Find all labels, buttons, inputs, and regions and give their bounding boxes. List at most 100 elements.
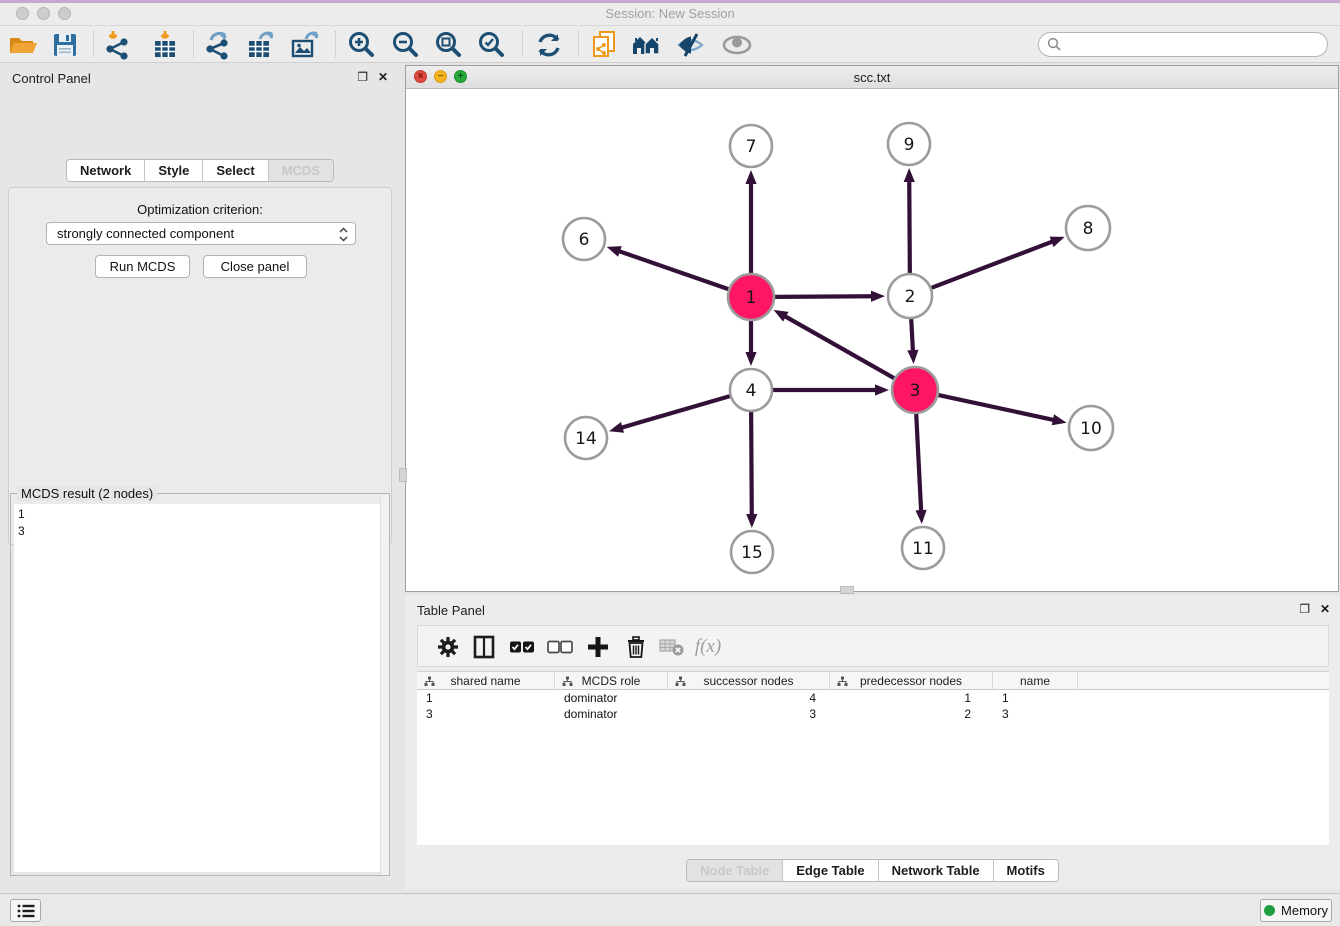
graph-node-label-2: 2 (905, 287, 916, 307)
graph-node-label-4: 4 (746, 381, 757, 401)
new-network-from-selection-icon[interactable] (588, 30, 622, 60)
result-scrollbar[interactable] (380, 494, 389, 875)
arrowhead-4-3 (875, 384, 889, 395)
zoom-selected-icon[interactable] (475, 30, 509, 60)
column-header-shared-name[interactable]: shared name (417, 672, 555, 689)
deselect-all-icon[interactable] (544, 632, 576, 662)
mcds-result-title: MCDS result (2 nodes) (17, 486, 157, 501)
table-settings-gear-icon[interactable] (432, 632, 464, 662)
zoom-fit-icon[interactable] (432, 30, 466, 60)
zoom-out-icon[interactable] (389, 30, 423, 60)
arrowhead-2-8 (1050, 237, 1065, 247)
edge-3-10[interactable] (938, 395, 1055, 420)
arrowhead-3-10 (1052, 414, 1067, 425)
table-tab-motifs[interactable]: Motifs (994, 860, 1058, 881)
arrowhead-2-9 (904, 168, 915, 182)
toolbar-separator (522, 31, 523, 58)
graph-node-label-3: 3 (910, 381, 921, 401)
create-column-icon[interactable] (582, 632, 614, 662)
table-tabs: Node TableEdge TableNetwork TableMotifs (405, 859, 1340, 882)
mcds-result-line: 3 (18, 523, 382, 540)
edge-1-6[interactable] (617, 250, 728, 289)
table-tab-node-table[interactable]: Node Table (687, 860, 783, 881)
memory-button[interactable]: Memory (1260, 899, 1332, 922)
toolbar-separator (93, 31, 94, 58)
dropdown-value: strongly connected component (57, 226, 234, 241)
table-cell[interactable]: 2 (830, 706, 993, 722)
table-cell[interactable]: 4 (668, 690, 830, 706)
horizontal-splitter-handle[interactable] (840, 586, 854, 594)
control-panel-float-icon[interactable]: ❐ (357, 71, 368, 84)
export-network-icon[interactable] (201, 30, 235, 60)
control-tab-mcds[interactable]: MCDS (269, 160, 333, 181)
control-panel: Control Panel ❐ ✕ NetworkStyleSelectMCDS… (0, 63, 400, 893)
graph-node-label-15: 15 (741, 543, 763, 563)
edge-4-14[interactable] (620, 396, 730, 428)
vertical-splitter-handle[interactable] (399, 468, 407, 482)
show-columns-icon[interactable] (468, 632, 500, 662)
column-header-name[interactable]: name (993, 672, 1078, 689)
toolbar-separator (335, 31, 336, 58)
table-row[interactable]: 3dominator323 (417, 706, 1329, 722)
delete-table-icon[interactable] (620, 632, 652, 662)
mcds-result-list[interactable]: 13 (14, 504, 386, 872)
run-mcds-label: Run MCDS (110, 259, 176, 274)
table-cell[interactable]: 3 (668, 706, 830, 722)
export-image-icon[interactable] (288, 30, 322, 60)
table-panel-close-icon[interactable]: ✕ (1320, 603, 1330, 616)
control-panel-close-icon[interactable]: ✕ (378, 71, 388, 84)
table-panel-float-icon[interactable]: ❐ (1299, 603, 1310, 616)
table-tab-edge-table[interactable]: Edge Table (783, 860, 878, 881)
run-mcds-button[interactable]: Run MCDS (95, 255, 190, 278)
table-panel-title: Table Panel (417, 603, 485, 618)
edge-2-8[interactable] (931, 241, 1054, 288)
edge-1-2[interactable] (775, 296, 874, 297)
graph-node-label-1: 1 (746, 288, 757, 308)
control-tab-select[interactable]: Select (203, 160, 268, 181)
import-network-icon[interactable] (101, 30, 135, 60)
open-session-icon[interactable] (6, 30, 40, 60)
mcds-result-box: MCDS result (2 nodes) 13 (10, 493, 390, 876)
edge-3-1[interactable] (783, 315, 894, 378)
task-history-button[interactable] (10, 899, 41, 922)
optimization-criterion-dropdown[interactable]: strongly connected component (46, 222, 356, 245)
column-header-successor-nodes[interactable]: successor nodes (668, 672, 830, 689)
table-cell[interactable]: 1 (417, 690, 555, 706)
arrowhead-1-6 (607, 246, 622, 257)
hide-selected-icon[interactable] (674, 30, 708, 60)
table-cell[interactable]: 1 (830, 690, 993, 706)
table-cell[interactable]: 3 (417, 706, 555, 722)
zoom-in-icon[interactable] (345, 30, 379, 60)
control-panel-header: Control Panel ❐ ✕ (0, 63, 400, 93)
toolbar-separator (578, 31, 579, 58)
edge-2-9[interactable] (909, 179, 910, 273)
table-row[interactable]: 1dominator411 (417, 690, 1329, 706)
edge-4-15[interactable] (751, 412, 752, 517)
show-all-icon[interactable] (720, 30, 754, 60)
edge-2-3[interactable] (911, 319, 913, 353)
column-header-predecessor-nodes[interactable]: predecessor nodes (830, 672, 993, 689)
edge-3-11[interactable] (916, 414, 921, 513)
column-header-MCDS-role[interactable]: MCDS role (555, 672, 668, 689)
table-tab-network-table[interactable]: Network Table (879, 860, 994, 881)
table-cell[interactable]: 3 (993, 706, 1078, 722)
table-cell[interactable]: 1 (993, 690, 1078, 706)
table-cell[interactable]: dominator (555, 706, 668, 722)
control-tab-style[interactable]: Style (145, 160, 203, 181)
table-cell[interactable]: dominator (555, 690, 668, 706)
select-all-icon[interactable] (506, 632, 538, 662)
import-table-icon[interactable] (148, 30, 182, 60)
search-input[interactable] (1062, 37, 1327, 52)
close-panel-label: Close panel (221, 259, 290, 274)
graph-node-label-11: 11 (912, 539, 934, 559)
network-window-titlebar[interactable]: × − + scc.txt (406, 66, 1338, 89)
apply-layout-icon[interactable] (532, 30, 566, 60)
first-neighbors-icon[interactable] (631, 30, 665, 60)
close-panel-button[interactable]: Close panel (203, 255, 307, 278)
list-icon (17, 903, 35, 919)
network-canvas: 7968124314101511 (406, 89, 1338, 591)
save-session-icon[interactable] (48, 30, 82, 60)
window-titlebar: Session: New Session (0, 0, 1340, 26)
control-tab-network[interactable]: Network (67, 160, 145, 181)
export-table-icon[interactable] (244, 30, 278, 60)
